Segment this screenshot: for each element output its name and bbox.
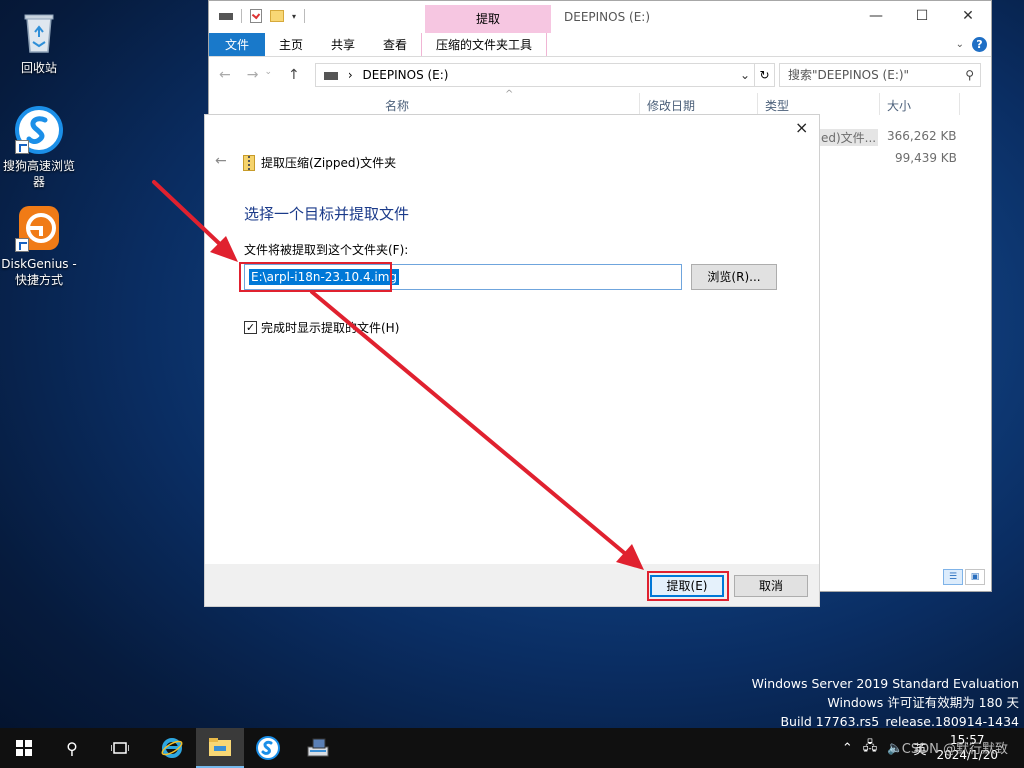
breadcrumb-separator-icon: › — [347, 68, 353, 82]
divider — [639, 93, 640, 115]
start-button[interactable] — [0, 728, 48, 768]
annotation-box-path — [239, 262, 392, 292]
drive-icon[interactable] — [219, 12, 233, 20]
taskbar: ⚲ ⌃ 🖧 🔈 英 15:57 2024/1/20 CSDN @默行默致 — [0, 728, 1024, 768]
watermark-line: Windows 许可证有效期为 180 天 — [827, 695, 1019, 710]
column-date[interactable]: 修改日期 — [647, 97, 695, 114]
search-icon[interactable]: ⚲ — [48, 728, 96, 768]
file-explorer-icon[interactable] — [196, 728, 244, 768]
tab-compressed-folder-tools[interactable]: 压缩的文件夹工具 — [421, 33, 548, 56]
tab-share[interactable]: 共享 — [317, 33, 369, 56]
show-files-checkbox[interactable]: ✓ — [244, 321, 257, 334]
destination-label: 文件将被提取到这个文件夹(F): — [244, 243, 409, 257]
close-icon[interactable]: ✕ — [945, 1, 991, 31]
file-type-partial: ed)文件... — [819, 129, 879, 146]
tab-file[interactable]: 文件 — [209, 33, 265, 56]
divider — [757, 93, 758, 115]
back-arrow-icon[interactable]: ← — [215, 153, 227, 169]
search-icon: ⚲ — [965, 68, 974, 82]
desktop-icon-label: 搜狗高速浏览器 — [2, 159, 75, 189]
sogou-browser-icon[interactable] — [244, 728, 292, 768]
chevron-down-icon[interactable]: ⌄ — [740, 64, 750, 86]
properties-icon[interactable] — [250, 9, 262, 23]
desktop-icon-sogou-browser[interactable]: 搜狗高速浏览器 — [1, 106, 77, 190]
maximize-icon[interactable]: ☐ — [899, 1, 945, 31]
explorer-titlebar: ▾ 提取 DEEPINOS (E:) — ☐ ✕ — [209, 1, 991, 33]
dialog-heading: 选择一个目标并提取文件 — [244, 205, 410, 223]
task-view-icon[interactable] — [96, 728, 144, 768]
extract-dialog: × ← 提取压缩(Zipped)文件夹 选择一个目标并提取文件 文件将被提取到这… — [205, 115, 819, 606]
address-text: DEEPINOS (E:) — [362, 68, 449, 82]
back-arrow-icon[interactable]: ← — [219, 67, 231, 83]
recent-dropdown-icon[interactable]: ⌄ — [264, 67, 272, 83]
nav-arrows: ← → ⌄ ↑ — [219, 67, 300, 83]
file-size: 99,439 KB — [895, 151, 957, 165]
windows-watermark: Windows Server 2019 Standard Evaluation … — [752, 674, 1019, 731]
dialog-header-text: 提取压缩(Zipped)文件夹 — [261, 156, 397, 170]
details-view-icon[interactable]: ☰ — [943, 569, 963, 585]
chevron-down-icon[interactable]: ⌄ — [956, 39, 964, 50]
tab-view[interactable]: 查看 — [369, 33, 421, 56]
dialog-header: 提取压缩(Zipped)文件夹 — [243, 154, 396, 171]
divider — [959, 93, 960, 115]
desktop-icon-label: 回收站 — [20, 61, 57, 75]
annotation-box-extract — [647, 571, 729, 601]
minimize-icon[interactable]: — — [853, 1, 899, 31]
search-input[interactable]: 搜索"DEEPINOS (E:)" ⚲ — [779, 63, 981, 87]
desktop-icon-label: DiskGenius - 快捷方式 — [1, 257, 77, 287]
shortcut-arrow-icon — [15, 140, 29, 154]
windows-logo-icon — [16, 740, 32, 756]
csdn-watermark: CSDN @默行默致 — [901, 742, 1008, 757]
zip-folder-icon — [243, 154, 255, 171]
drive-icon — [324, 71, 338, 80]
forward-arrow-icon[interactable]: → — [247, 67, 259, 83]
recycle-bin-icon — [15, 8, 63, 56]
navigation-bar: ← → ⌄ ↑ › DEEPINOS (E:) ⌄ ↻ 搜索"DEEPINOS … — [209, 57, 991, 93]
context-tab-extract[interactable]: 提取 — [425, 5, 551, 33]
column-header: ^ 名称 修改日期 类型 大小 — [209, 89, 991, 117]
column-name[interactable]: 名称 — [385, 97, 409, 114]
desktop-icon-recycle-bin[interactable]: 回收站 — [1, 8, 77, 76]
window-controls: — ☐ ✕ — [853, 1, 991, 31]
divider — [241, 9, 242, 23]
watermark-line: Windows Server 2019 Standard Evaluation — [751, 676, 1019, 691]
up-arrow-icon[interactable]: ↑ — [288, 67, 300, 83]
new-folder-icon[interactable] — [270, 10, 284, 22]
chevron-up-icon[interactable]: ⌃ — [842, 741, 853, 756]
ribbon-tabs: 文件 主页 共享 查看 压缩的文件夹工具 ⌄ ? — [209, 33, 991, 57]
ribbon-help-area: ⌄ ? — [956, 37, 987, 52]
quick-access-toolbar: ▾ — [219, 9, 306, 23]
column-type[interactable]: 类型 — [765, 97, 789, 114]
diskgenius-icon — [15, 204, 63, 252]
cancel-button[interactable]: 取消 — [734, 575, 808, 597]
divider — [304, 9, 306, 23]
refresh-icon[interactable]: ↻ — [755, 63, 775, 87]
show-files-checkbox-row[interactable]: ✓ 完成时显示提取的文件(H) — [244, 319, 399, 336]
address-bar[interactable]: › DEEPINOS (E:) ⌄ — [315, 63, 755, 87]
checkbox-label: 完成时显示提取的文件(H) — [261, 321, 400, 335]
divider — [879, 93, 880, 115]
internet-explorer-icon[interactable] — [148, 728, 196, 768]
browse-button[interactable]: 浏览(R)... — [691, 264, 777, 290]
network-icon[interactable]: 🖧 — [863, 737, 878, 759]
sort-arrow-icon: ^ — [505, 89, 514, 100]
close-icon[interactable]: × — [795, 120, 809, 136]
shortcut-arrow-icon — [15, 238, 29, 252]
file-size: 366,262 KB — [887, 129, 957, 143]
view-toggle: ☰ ▣ — [943, 569, 985, 585]
chevron-down-icon[interactable]: ▾ — [292, 12, 296, 21]
tab-home[interactable]: 主页 — [265, 33, 317, 56]
window-title: DEEPINOS (E:) — [564, 10, 651, 24]
sogou-browser-icon — [15, 106, 63, 154]
diskgenius-taskbar-icon[interactable] — [294, 728, 342, 768]
large-icons-view-icon[interactable]: ▣ — [965, 569, 985, 585]
column-size[interactable]: 大小 — [887, 97, 911, 114]
desktop-icon-diskgenius[interactable]: DiskGenius - 快捷方式 — [1, 204, 77, 288]
search-placeholder: 搜索"DEEPINOS (E:)" — [788, 68, 910, 82]
help-icon[interactable]: ? — [972, 37, 987, 52]
